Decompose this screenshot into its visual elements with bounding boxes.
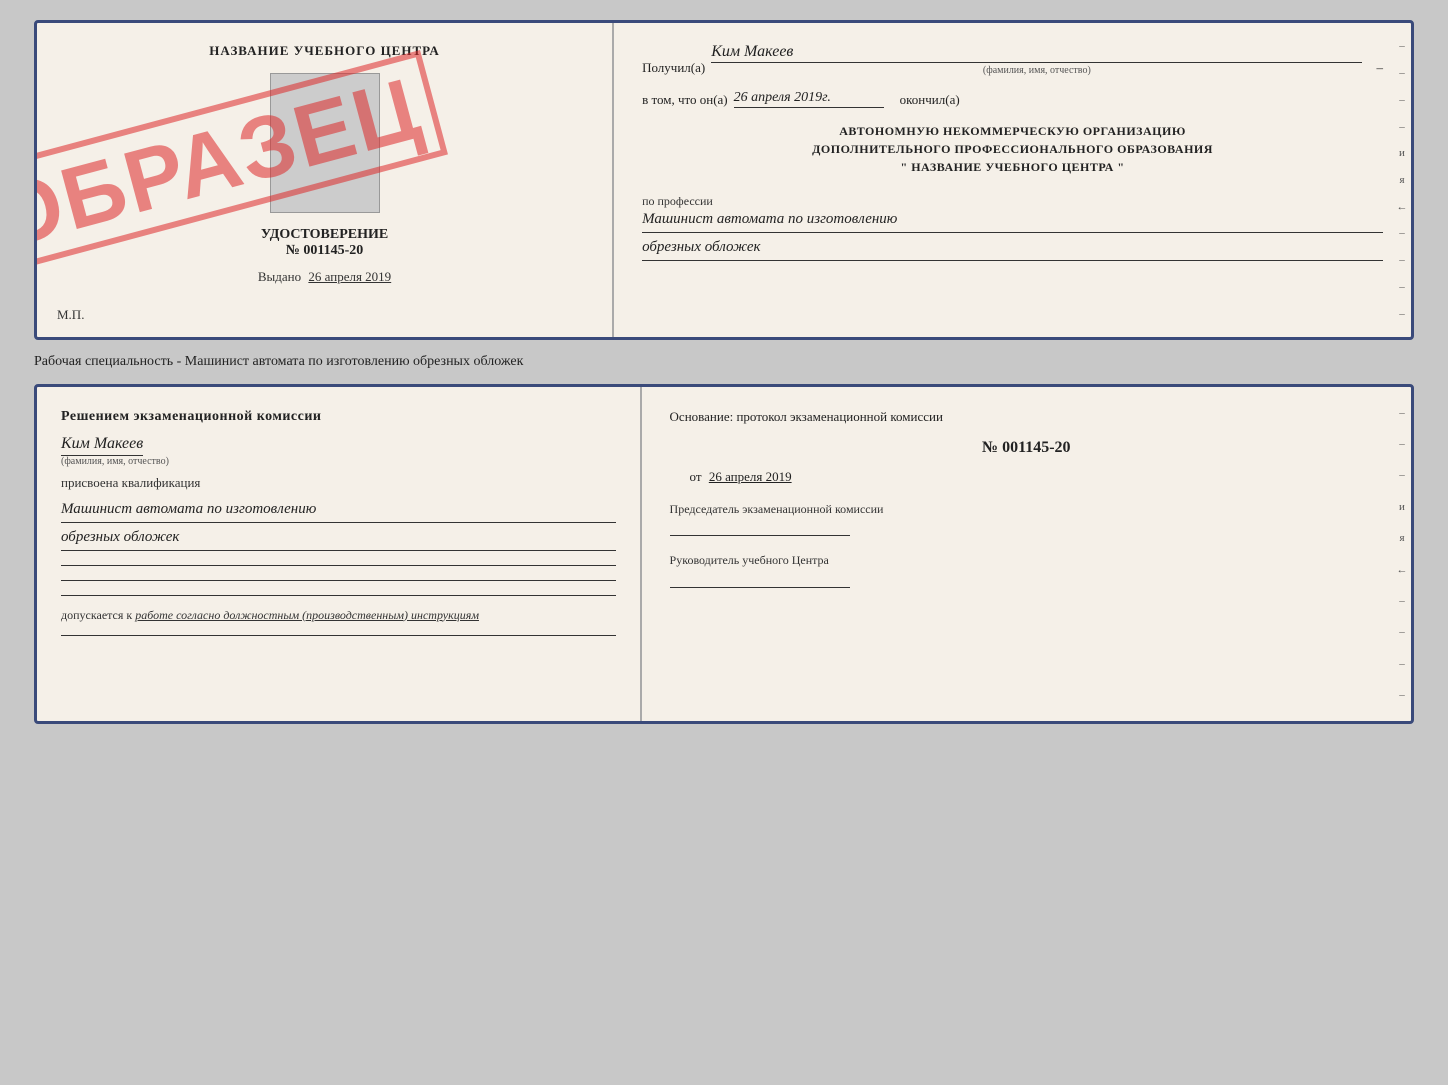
chairman-sign-line bbox=[670, 535, 850, 536]
org-block: АВТОНОМНУЮ НЕКОММЕРЧЕСКУЮ ОРГАНИЗАЦИЮ ДО… bbox=[642, 122, 1383, 176]
exam-left-panel: Решением экзаменационной комиссии Ким Ма… bbox=[37, 387, 642, 721]
exam-allows: допускается к работе согласно должностны… bbox=[61, 608, 616, 623]
exam-person: Ким Макеев (фамилия, имя, отчество) bbox=[61, 435, 616, 467]
exam-qualification: Машинист автомата по изготовлению обрезн… bbox=[61, 499, 616, 551]
exam-underline-3 bbox=[61, 595, 616, 596]
exam-card: Решением экзаменационной комиссии Ким Ма… bbox=[34, 384, 1414, 724]
subtitle: Рабочая специальность - Машинист автомат… bbox=[34, 350, 1414, 374]
right-side-dashes-2: – – – и я ← – – – – bbox=[1393, 387, 1411, 721]
in-that-row: в том, что он(а) 26 апреля 2019г. окончи… bbox=[642, 90, 1383, 108]
received-row: Получил(а) Ким Макеев (фамилия, имя, отч… bbox=[642, 43, 1383, 76]
exam-underline-1 bbox=[61, 565, 616, 566]
cert-issued-date: Выдано 26 апреля 2019 bbox=[258, 269, 391, 285]
cert-left-panel: НАЗВАНИЕ УЧЕБНОГО ЦЕНТРА ОБРАЗЕЦ УДОСТОВ… bbox=[37, 23, 614, 337]
right-side-dashes: – – – – и я ← – – – – bbox=[1393, 23, 1411, 337]
director-block: Руководитель учебного Центра bbox=[670, 552, 1383, 588]
exam-basis-title: Основание: протокол экзаменационной коми… bbox=[670, 407, 1383, 427]
profession-block: по профессии Машинист автомата по изгото… bbox=[642, 190, 1383, 261]
cert-school-title: НАЗВАНИЕ УЧЕБНОГО ЦЕНТРА bbox=[209, 43, 440, 59]
exam-underline-4 bbox=[61, 635, 616, 636]
exam-underline-2 bbox=[61, 580, 616, 581]
exam-protocol-date: от 26 апреля 2019 bbox=[670, 469, 1383, 485]
chairman-block: Председатель экзаменационной комиссии bbox=[670, 501, 1383, 537]
cert-right-panel: Получил(а) Ким Макеев (фамилия, имя, отч… bbox=[614, 23, 1411, 337]
photo-placeholder bbox=[270, 73, 380, 213]
cert-id-label: УДОСТОВЕРЕНИЕ № 001145-20 bbox=[261, 227, 388, 259]
certificate-card: НАЗВАНИЕ УЧЕБНОГО ЦЕНТРА ОБРАЗЕЦ УДОСТОВ… bbox=[34, 20, 1414, 340]
exam-protocol-number: № 001145-20 bbox=[670, 439, 1383, 457]
exam-decision-title: Решением экзаменационной комиссии bbox=[61, 407, 616, 427]
exam-right-panel: Основание: протокол экзаменационной коми… bbox=[642, 387, 1411, 721]
exam-qual-label: присвоена квалификация bbox=[61, 475, 616, 491]
director-sign-line bbox=[670, 587, 850, 588]
cert-mp: М.П. bbox=[57, 307, 84, 323]
